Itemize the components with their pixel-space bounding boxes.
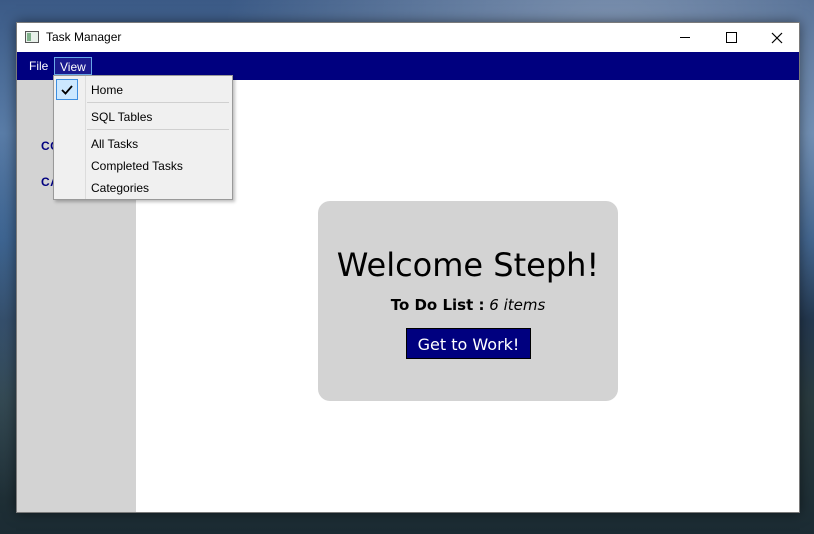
minimize-button[interactable]: [662, 23, 708, 52]
minimize-icon: [680, 37, 690, 38]
menu-file[interactable]: File: [24, 57, 53, 75]
app-icon: [25, 31, 39, 43]
menu-item-completed-tasks[interactable]: Completed Tasks: [54, 154, 232, 176]
close-icon: [771, 32, 783, 43]
main-content: Welcome Steph! To Do List : 6 items Get …: [136, 80, 799, 512]
todo-summary: To Do List : 6 items: [318, 296, 618, 314]
menu-separator: [87, 129, 229, 130]
todo-label: To Do List :: [390, 296, 485, 314]
check-icon: [56, 79, 78, 100]
maximize-icon: [725, 32, 737, 43]
welcome-card: Welcome Steph! To Do List : 6 items Get …: [318, 201, 618, 401]
menu-item-label: Home: [91, 83, 124, 97]
window-title: Task Manager: [46, 30, 122, 44]
menu-item-all-tasks[interactable]: All Tasks: [54, 132, 232, 154]
get-to-work-button[interactable]: Get to Work!: [406, 328, 531, 359]
menu-item-label: SQL Tables: [91, 110, 153, 124]
menu-item-label: Categories: [91, 181, 150, 195]
close-button[interactable]: [754, 23, 800, 52]
maximize-button[interactable]: [708, 23, 754, 52]
welcome-heading: Welcome Steph!: [336, 246, 600, 284]
title-bar[interactable]: Task Manager: [17, 23, 799, 52]
view-menu-dropdown: Home SQL Tables All Tasks Completed Task…: [53, 75, 233, 200]
menu-item-categories[interactable]: Categories: [54, 176, 232, 198]
menu-item-label: Completed Tasks: [91, 159, 183, 173]
menu-separator: [87, 102, 229, 103]
menu-item-label: All Tasks: [91, 137, 139, 151]
menu-view[interactable]: View: [54, 57, 92, 75]
todo-count: 6 items: [489, 296, 546, 314]
menu-item-home[interactable]: Home: [54, 78, 232, 100]
menu-item-sql-tables[interactable]: SQL Tables: [54, 105, 232, 127]
